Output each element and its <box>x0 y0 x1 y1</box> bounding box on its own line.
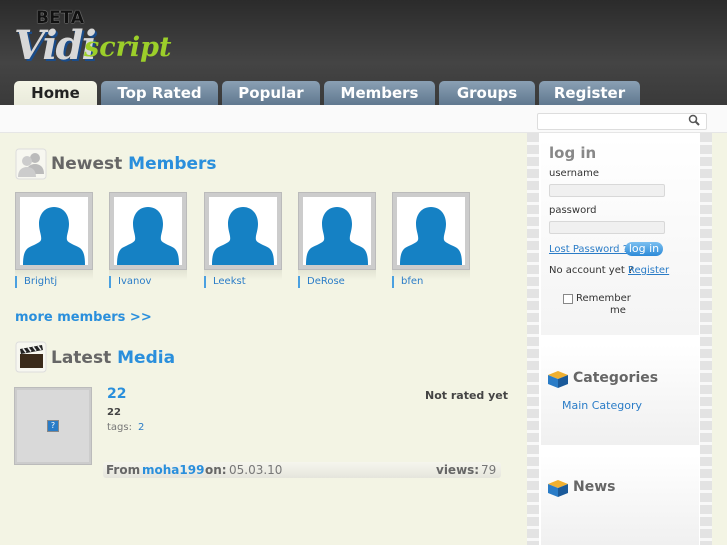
tags-label: tags: <box>107 422 132 433</box>
member-card[interactable]: Brightj <box>15 192 93 288</box>
media-title-link[interactable]: 22 <box>107 386 126 402</box>
default-avatar-icon <box>306 207 368 265</box>
logo-script-text: script <box>84 32 172 63</box>
news-icon <box>548 480 568 497</box>
avatar-frame <box>392 192 470 270</box>
remember-label-me: me <box>610 305 626 316</box>
more-members-link[interactable]: more members >> <box>15 310 152 325</box>
lost-password-link[interactable]: Lost Password ? <box>549 244 628 255</box>
news-panel <box>541 455 699 545</box>
default-avatar-icon <box>117 207 179 265</box>
film-strip-left <box>527 133 539 545</box>
avatar-frame <box>204 192 282 270</box>
news-title: News <box>573 479 616 495</box>
site-header: BETA Vidi script Home Top Rated Popular … <box>0 0 727 105</box>
no-account-text: No account yet ? <box>549 265 634 276</box>
on-label: on: <box>205 463 227 477</box>
tag-link[interactable]: 2 <box>138 422 144 433</box>
newest-members-heading: Newest Members <box>51 154 217 174</box>
member-name[interactable]: Ivanov <box>109 276 188 288</box>
media-tags: tags: 2 <box>107 422 144 433</box>
tab-members[interactable]: Members <box>324 81 435 105</box>
media-footer: From moha199 on: 05.03.10 views: 79 <box>103 462 501 478</box>
categories-panel <box>541 345 699 445</box>
missing-image-icon: ? <box>47 420 59 432</box>
member-name[interactable]: Leekst <box>204 276 283 288</box>
media-rating: Not rated yet <box>425 389 509 402</box>
search-icon[interactable] <box>688 114 700 126</box>
avatar[interactable] <box>303 197 371 265</box>
remember-label: Remember <box>576 293 631 304</box>
register-link[interactable]: Register <box>628 265 669 276</box>
tab-home[interactable]: Home <box>14 81 97 105</box>
remember-me-checkbox[interactable] <box>563 294 573 304</box>
avatar-frame <box>298 192 376 270</box>
password-field[interactable] <box>549 221 665 234</box>
categories-title: Categories <box>573 370 659 386</box>
member-card[interactable]: Leekst <box>204 192 282 288</box>
from-label: From <box>106 463 141 477</box>
member-card[interactable]: DeRose <box>298 192 376 288</box>
search-input[interactable] <box>537 113 707 130</box>
categories-icon <box>548 371 568 388</box>
heading-highlight: Members <box>128 154 217 174</box>
tab-groups[interactable]: Groups <box>439 81 535 105</box>
author-link[interactable]: moha199 <box>142 463 204 477</box>
views-count: 79 <box>481 463 497 477</box>
tab-popular[interactable]: Popular <box>222 81 320 105</box>
avatar-frame <box>109 192 187 270</box>
avatar[interactable] <box>209 197 277 265</box>
username-label: username <box>549 168 599 179</box>
login-title: log in <box>549 144 597 162</box>
media-date: 05.03.10 <box>229 463 283 477</box>
username-field[interactable] <box>549 184 665 197</box>
member-name[interactable]: DeRose <box>298 276 377 288</box>
member-name[interactable]: Brightj <box>15 276 94 288</box>
latest-media-heading: Latest Media <box>51 348 175 368</box>
tab-register[interactable]: Register <box>539 81 640 105</box>
category-link[interactable]: Main Category <box>562 399 642 412</box>
avatar[interactable] <box>20 197 88 265</box>
avatar[interactable] <box>114 197 182 265</box>
heading-prefix: Newest <box>51 154 123 174</box>
heading-prefix: Latest <box>51 348 112 368</box>
member-card[interactable]: Ivanov <box>109 192 187 288</box>
vidiscript-logo[interactable]: BETA Vidi script <box>14 6 184 69</box>
default-avatar-icon <box>400 207 462 265</box>
film-strip-right <box>700 133 712 545</box>
password-label: password <box>549 205 597 216</box>
logo-vidi-text: Vidi <box>14 22 97 69</box>
media-thumbnail[interactable]: ? <box>14 387 92 465</box>
default-avatar-icon <box>23 207 85 265</box>
tab-top-rated[interactable]: Top Rated <box>101 81 218 105</box>
member-name[interactable]: bfen <box>392 276 471 288</box>
members-icon <box>15 148 47 180</box>
default-avatar-icon <box>212 207 274 265</box>
right-edge <box>712 133 727 545</box>
clapperboard-icon <box>15 341 47 373</box>
avatar[interactable] <box>397 197 465 265</box>
media-description: 22 <box>107 407 121 418</box>
member-card[interactable]: bfen <box>392 192 470 288</box>
login-button[interactable]: log in <box>625 242 663 256</box>
heading-highlight: Media <box>117 348 176 368</box>
avatar-frame <box>15 192 93 270</box>
views-label: views: <box>436 463 480 477</box>
